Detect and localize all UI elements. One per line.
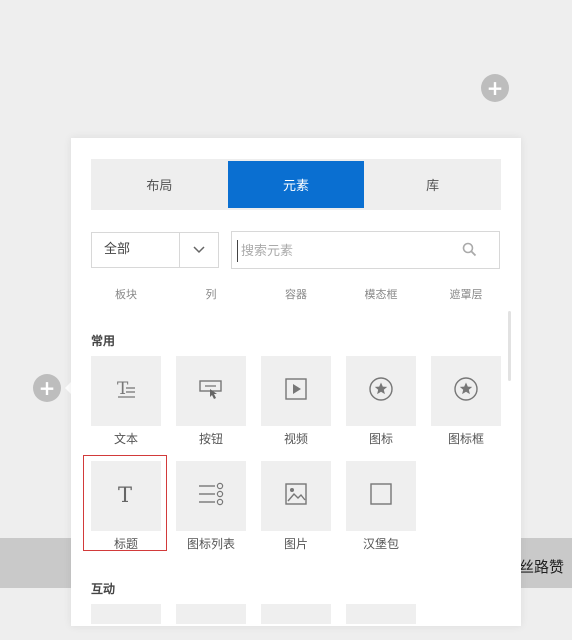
element-item-label: 按钮 [198, 432, 223, 446]
category-select[interactable]: 全部 [91, 232, 219, 268]
scrollbar[interactable] [508, 311, 511, 381]
element-item-hamburger[interactable]: 汉堡包 [346, 461, 416, 551]
filter-chip[interactable]: 板块 [91, 286, 161, 302]
star-circle-box-icon [453, 376, 479, 406]
add-element-button-left[interactable]: + [33, 374, 61, 402]
search-icon[interactable] [462, 242, 477, 261]
tab-elements[interactable]: 元素 [227, 161, 365, 208]
element-item-partial[interactable] [91, 604, 161, 624]
panel-tabs: 布局 元素 库 [91, 159, 501, 210]
element-item-video[interactable]: 视频 [261, 356, 331, 446]
element-item-partial[interactable] [261, 604, 331, 624]
tab-layout[interactable]: 布局 [91, 159, 228, 210]
element-item-label: 文本 [113, 432, 138, 446]
element-item-text[interactable]: T 文本 [91, 356, 161, 446]
element-item-box [346, 461, 416, 531]
image-icon [284, 482, 308, 510]
element-item-heading[interactable]: T 标题 [83, 455, 167, 551]
element-item-icon[interactable]: 图标 [346, 356, 416, 446]
element-item-box [261, 461, 331, 531]
category-select-value: 全部 [104, 242, 131, 257]
section-title-common: 常用 [91, 334, 116, 348]
text-icon: T [114, 377, 138, 405]
element-item-box [261, 356, 331, 426]
add-element-button[interactable]: + [481, 74, 509, 102]
filter-chip[interactable]: 遮罩层 [431, 286, 501, 302]
element-item-label: 汉堡包 [362, 537, 399, 551]
element-item-icon-list[interactable]: 图标列表 [176, 461, 246, 551]
chevron-down-icon[interactable] [179, 233, 218, 267]
heading-t-icon: T [114, 482, 138, 510]
element-item-box [176, 461, 246, 531]
element-item-box: T [91, 356, 161, 426]
element-item-partial[interactable] [176, 604, 246, 624]
filter-chip[interactable]: 列 [176, 286, 246, 302]
svg-text:T: T [118, 483, 132, 506]
svg-text:T: T [117, 379, 129, 399]
filter-chip[interactable]: 容器 [261, 286, 331, 302]
search-box [231, 231, 500, 269]
filter-chips: 板块 列 容器 模态框 遮罩层 [91, 286, 501, 302]
element-item-partial[interactable] [346, 604, 416, 624]
background-text: 丝路赞 [518, 558, 564, 576]
element-item-image[interactable]: 图片 [261, 461, 331, 551]
button-click-icon [198, 376, 224, 406]
element-picker-panel: 布局 元素 库 全部 板块 列 容器 模态框 遮罩层 常用 T 文本 [71, 138, 521, 626]
tab-library[interactable]: 库 [364, 159, 501, 210]
video-play-icon [284, 377, 308, 405]
element-item-box [176, 356, 246, 426]
search-input[interactable] [237, 240, 453, 262]
element-item-box [346, 356, 416, 426]
element-item-label: 图标列表 [186, 537, 235, 551]
section-title-interactive: 互动 [91, 582, 116, 596]
element-item-label: 图片 [283, 537, 308, 551]
filter-chip[interactable]: 模态框 [346, 286, 416, 302]
icon-list-icon [197, 481, 225, 511]
element-item-icon-box[interactable]: 图标框 [431, 356, 501, 446]
element-item-label: 标题 [113, 537, 138, 551]
element-item-label: 图标框 [447, 432, 484, 446]
star-circle-icon [368, 376, 394, 406]
element-item-button[interactable]: 按钮 [176, 356, 246, 446]
element-item-label: 图标 [368, 432, 393, 446]
square-icon [369, 482, 393, 510]
element-item-box [431, 356, 501, 426]
element-item-label: 视频 [283, 432, 308, 446]
element-item-box: T [91, 461, 161, 531]
